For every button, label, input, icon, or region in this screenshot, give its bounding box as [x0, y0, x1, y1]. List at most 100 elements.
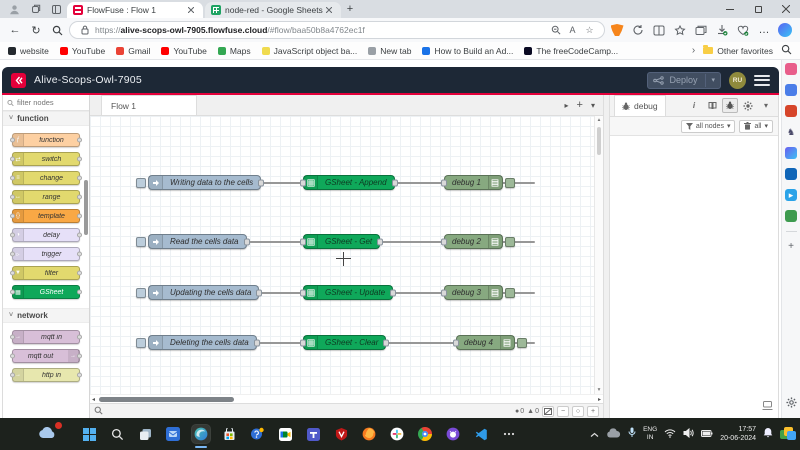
palette-node[interactable]: ◑ delay	[12, 228, 80, 242]
scrollbar-thumb[interactable]	[99, 397, 234, 402]
microsoft-store-icon[interactable]	[220, 425, 238, 443]
onedrive-icon[interactable]	[606, 425, 621, 443]
refresh-button[interactable]: ↻	[27, 21, 45, 39]
url-bar[interactable]: https://alive-scops-owl-7905.flowfuse.cl…	[69, 21, 605, 39]
bookmark-item[interactable]: YouTube	[60, 46, 105, 56]
input-port[interactable]	[441, 238, 447, 245]
battery-icon[interactable]	[701, 425, 713, 443]
canvas-vertical-scrollbar[interactable]: ▴ ▾	[594, 116, 603, 394]
tray-chevron-up-icon[interactable]	[590, 425, 599, 443]
read-aloud-icon[interactable]: A	[566, 24, 579, 37]
sidebar-search-icon[interactable]	[781, 44, 792, 57]
debug-node[interactable]: debug 1	[444, 175, 515, 190]
slack-icon[interactable]	[388, 425, 406, 443]
firefox-icon[interactable]	[360, 425, 378, 443]
help-tab-icon[interactable]	[704, 98, 720, 113]
mcafee-icon[interactable]	[332, 425, 350, 443]
palette-node[interactable]: ƒ function	[12, 133, 80, 147]
browser-essentials-icon[interactable]	[734, 21, 752, 39]
output-port[interactable]	[256, 289, 262, 296]
flow-canvas[interactable]: Writing data to the cells	[90, 116, 603, 394]
sidebar-resize-handle[interactable]	[603, 95, 610, 418]
browser-tab-flowfuse[interactable]: FlowFuse : Flow 1	[67, 2, 203, 18]
palette-search[interactable]	[3, 95, 89, 111]
output-port[interactable]	[244, 238, 250, 245]
volume-icon[interactable]	[683, 425, 694, 443]
debug-filter-button[interactable]: all nodes ▾	[681, 120, 736, 133]
teams-icon[interactable]	[304, 425, 322, 443]
task-view-icon[interactable]	[136, 425, 154, 443]
inject-button[interactable]	[136, 178, 146, 188]
clock[interactable]: 17:57 20-06-2024	[720, 425, 756, 443]
language-indicator[interactable]: ENGIN	[643, 426, 657, 442]
debug-sidebar-tab[interactable]: debug	[614, 95, 666, 116]
palette-node[interactable]: → mqtt out	[12, 349, 80, 363]
palette-category-function[interactable]: ˅ function	[3, 111, 89, 126]
flows-menu-icon[interactable]: ▾	[591, 101, 595, 110]
minimize-button[interactable]	[716, 0, 744, 18]
zoom-in-button[interactable]: +	[587, 406, 599, 417]
scroll-left-icon[interactable]: ◂	[92, 396, 95, 403]
debug-node[interactable]: debug 4	[456, 335, 527, 350]
list-flows-icon[interactable]: ▸	[565, 101, 569, 110]
downloads-icon[interactable]	[713, 21, 731, 39]
inject-button[interactable]	[136, 237, 146, 247]
bookmark-item[interactable]: Maps	[218, 46, 251, 56]
output-port[interactable]	[258, 179, 264, 186]
palette-node[interactable]: → mqtt in	[12, 330, 80, 344]
inject-node[interactable]: Writing data to the cells	[136, 175, 261, 190]
config-nodes-tab-icon[interactable]	[740, 98, 756, 113]
bookmark-item[interactable]: website	[8, 46, 49, 56]
google-meet-icon[interactable]	[276, 425, 294, 443]
other-favorites-button[interactable]: Other favorites	[703, 46, 773, 56]
flow-tab[interactable]: Flow 1	[101, 95, 197, 115]
scrollbar-thumb[interactable]	[597, 127, 601, 155]
sidebar-settings-gear-icon[interactable]	[786, 395, 797, 413]
debug-tab-icon[interactable]	[722, 98, 738, 113]
output-port[interactable]	[377, 238, 383, 245]
navigator-icon[interactable]	[542, 406, 554, 417]
palette-node[interactable]: ⇄ switch	[12, 152, 80, 166]
workspaces-icon[interactable]	[28, 3, 43, 16]
close-button[interactable]	[772, 0, 800, 18]
bookmark-item[interactable]: The freeCodeCamp...	[524, 46, 618, 56]
output-port[interactable]	[383, 339, 389, 346]
github-desktop-icon[interactable]	[444, 425, 462, 443]
profile-icon[interactable]	[7, 3, 22, 16]
telegram-icon[interactable]: ▸	[785, 189, 797, 201]
inject-node[interactable]: Deleting the cells data	[136, 335, 257, 350]
debug-clear-button[interactable]: all ▾	[739, 120, 773, 133]
collections-icon[interactable]	[692, 21, 710, 39]
weather-widget-icon[interactable]	[38, 425, 60, 443]
inject-node[interactable]: Read the cells data	[136, 234, 247, 249]
scroll-right-icon[interactable]: ▸	[598, 396, 601, 403]
palette-scrollbar[interactable]	[84, 180, 88, 235]
zoom-level-icon[interactable]	[549, 24, 562, 37]
input-port[interactable]	[441, 289, 447, 296]
input-port[interactable]	[453, 339, 459, 346]
metamask-icon[interactable]	[608, 21, 626, 39]
palette-node[interactable]: {} template	[12, 209, 80, 223]
bookmark-item[interactable]: How to Build an Ad...	[422, 46, 513, 56]
bookmark-item[interactable]: Gmail	[116, 46, 150, 56]
bookmark-item[interactable]: New tab	[368, 46, 411, 56]
input-port[interactable]	[300, 238, 306, 245]
debug-toggle-button[interactable]	[505, 178, 515, 188]
palette-node[interactable]: ≡ change	[12, 171, 80, 185]
ms365-toolbox-icon[interactable]	[785, 105, 797, 117]
taskbar-overflow-icon[interactable]	[500, 425, 518, 443]
palette-node[interactable]: ▦ GSheet	[12, 285, 80, 299]
favorites-icon[interactable]	[671, 21, 689, 39]
sidebar-add-icon[interactable]: +	[788, 241, 794, 252]
outlook-icon[interactable]	[785, 168, 797, 180]
browser-tab-sheets[interactable]: node-red - Google Sheets	[205, 2, 341, 18]
debug-node[interactable]: debug 2	[444, 234, 515, 249]
input-port[interactable]	[300, 179, 306, 186]
extension-swirl-icon[interactable]	[629, 21, 647, 39]
mail-app-icon[interactable]	[164, 425, 182, 443]
chrome-icon[interactable]	[416, 425, 434, 443]
palette-node[interactable]: ↔ range	[12, 190, 80, 204]
bookmark-item[interactable]: JavaScript object ba...	[262, 46, 358, 56]
games-chess-icon[interactable]: ♞	[785, 126, 797, 138]
user-avatar[interactable]: RU	[729, 72, 746, 89]
